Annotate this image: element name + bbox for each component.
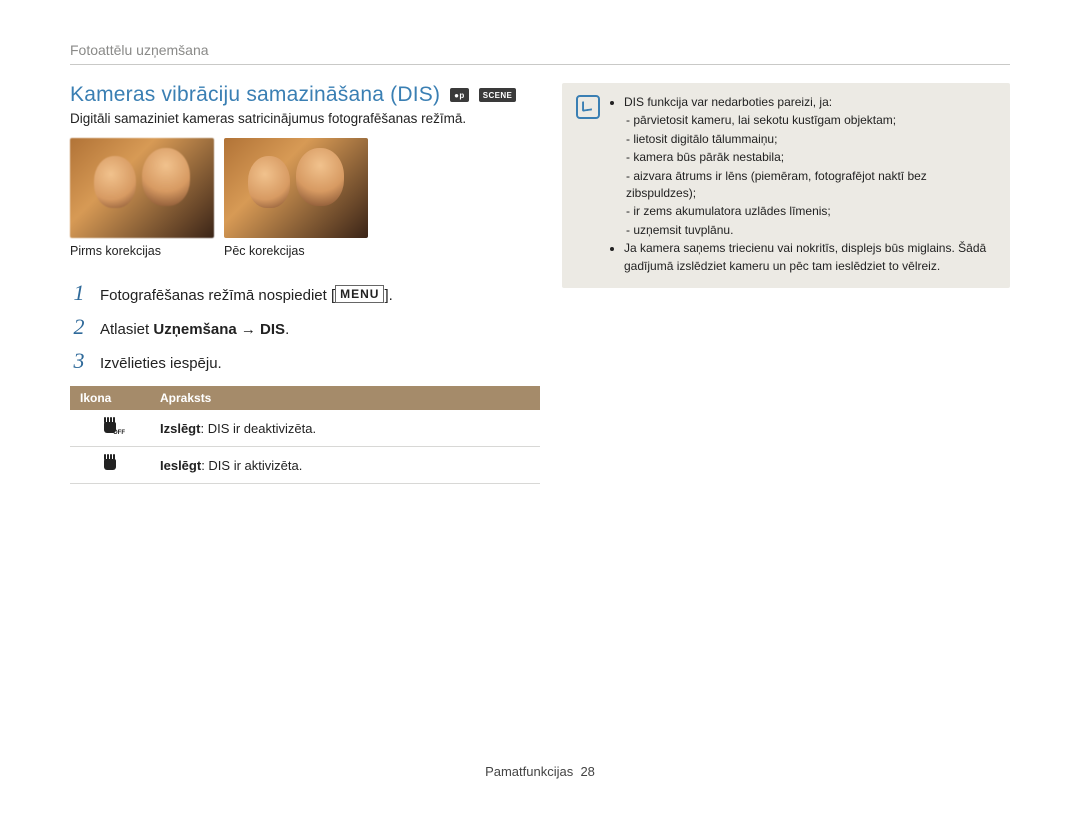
steps-list: 1 Fotografēšanas režīmā nospiediet [MENU… xyxy=(70,280,540,374)
step-number: 3 xyxy=(70,348,88,374)
note-box: DIS funkcija var nedarboties pareizi, ja… xyxy=(562,83,1010,288)
note-icon xyxy=(576,95,600,119)
step-text: Izvēlieties iespēju. xyxy=(100,355,222,372)
note-bullet: pārvietosit kameru, lai sekotu kustīgam … xyxy=(626,112,996,129)
scene-mode-icon: SCENE xyxy=(479,88,517,102)
option-desc: : DIS ir aktivizēta. xyxy=(201,458,302,473)
before-after-row: Pirms korekcijas Pēc korekcijas xyxy=(70,138,540,258)
step-number: 1 xyxy=(70,280,88,306)
note-bullet: ir zems akumulatora uzlādes līmenis; xyxy=(626,203,996,220)
step-text: ]. xyxy=(384,287,392,304)
dis-off-icon: OFF xyxy=(101,419,119,437)
section-intro: Digitāli samaziniet kameras satricinājum… xyxy=(70,111,540,126)
note-bullet: uzņemsit tuvplānu. xyxy=(626,222,996,239)
table-row: Ieslēgt: DIS ir aktivizēta. xyxy=(70,447,540,484)
page-footer: Pamatfunkcijas 28 xyxy=(0,764,1080,779)
before-image xyxy=(70,138,214,238)
section-title: Kameras vibrāciju samazināšana (DIS) xyxy=(70,83,440,107)
left-column: Kameras vibrāciju samazināšana (DIS) ●p … xyxy=(70,83,540,484)
note-bullet: lietosit digitālo tālummaiņu; xyxy=(626,131,996,148)
right-column: DIS funkcija var nedarboties pareizi, ja… xyxy=(562,83,1010,484)
option-label: Izslēgt xyxy=(160,421,200,436)
table-head-icon: Ikona xyxy=(70,386,150,410)
note-line: Ja kamera saņems triecienu vai nokritīs,… xyxy=(624,240,996,275)
step-3: 3 Izvēlieties iespēju. xyxy=(70,348,540,374)
footer-page: 28 xyxy=(580,764,594,779)
note-line: DIS funkcija var nedarboties pareizi, ja… xyxy=(624,94,996,111)
menu-button-label: MENU xyxy=(335,285,384,303)
options-table: Ikona Apraksts OFF Izslēgt: DIS ir deakt… xyxy=(70,386,540,484)
note-bullet: kamera būs pārāk nestabila; xyxy=(626,149,996,166)
after-caption: Pēc korekcijas xyxy=(224,244,368,258)
footer-label: Pamatfunkcijas xyxy=(485,764,573,779)
breadcrumb: Fotoattēlu uzņemšana xyxy=(70,42,1010,65)
table-head-desc: Apraksts xyxy=(150,386,540,410)
step-text: Atlasiet xyxy=(100,321,153,338)
step-text: Fotografēšanas režīmā nospiediet [ xyxy=(100,287,335,304)
step-text: . xyxy=(285,321,289,338)
step-2: 2 Atlasiet Uzņemšana → DIS. xyxy=(70,314,540,340)
option-desc: : DIS ir deaktivizēta. xyxy=(200,421,316,436)
step-1: 1 Fotografēšanas režīmā nospiediet [MENU… xyxy=(70,280,540,306)
option-label: Ieslēgt xyxy=(160,458,201,473)
dis-on-icon xyxy=(101,456,119,474)
camera-mode-icon: ●p xyxy=(450,88,469,102)
step-number: 2 xyxy=(70,314,88,340)
before-caption: Pirms korekcijas xyxy=(70,244,214,258)
after-image xyxy=(224,138,368,238)
table-row: OFF Izslēgt: DIS ir deaktivizēta. xyxy=(70,410,540,447)
note-bullet: aizvara ātrums ir lēns (piemēram, fotogr… xyxy=(626,168,996,203)
step-bold: Uzņemšana → DIS xyxy=(153,321,285,338)
